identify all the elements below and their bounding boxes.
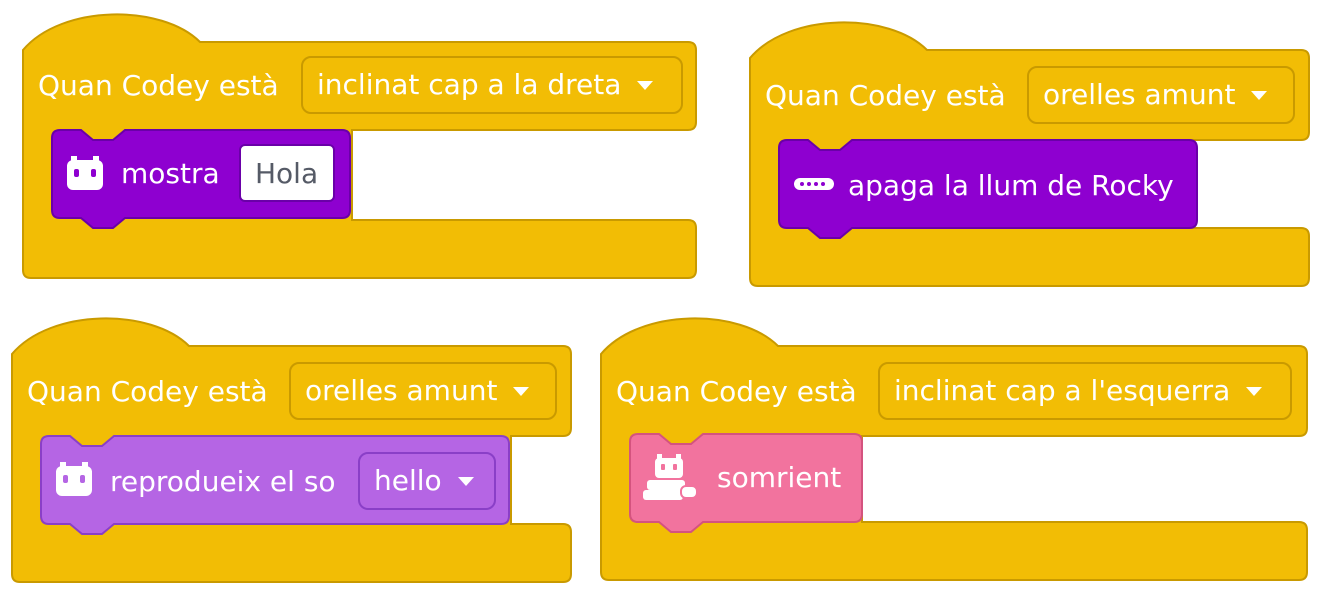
dropdown-value: orelles amunt: [1043, 78, 1236, 111]
chevron-down-icon: [457, 476, 474, 486]
show-block-label: mostra: [121, 157, 220, 190]
chevron-down-icon: [637, 80, 654, 90]
light-off-block-label: apaga la llum de Rocky: [848, 169, 1174, 202]
show-text-input[interactable]: Hola: [239, 144, 335, 202]
ears-dropdown[interactable]: orelles amunt: [289, 362, 557, 420]
codey-robot-icon: [67, 156, 103, 190]
tilt-direction-dropdown[interactable]: inclinat cap a l'esquerra: [878, 362, 1292, 420]
ears-dropdown[interactable]: orelles amunt: [1027, 66, 1295, 124]
rocky-light-sensor-icon: [794, 178, 834, 190]
codey-rocky-icon: [643, 454, 698, 500]
sound-dropdown[interactable]: hello: [358, 452, 496, 510]
chevron-down-icon: [1246, 386, 1263, 396]
dropdown-value: inclinat cap a l'esquerra: [894, 374, 1231, 407]
dropdown-value: inclinat cap a la dreta: [317, 68, 622, 101]
hat-block-label: Quan Codey està: [38, 69, 279, 102]
tilt-direction-dropdown[interactable]: inclinat cap a la dreta: [301, 56, 683, 114]
chevron-down-icon: [513, 386, 530, 396]
hat-block-label: Quan Codey està: [27, 375, 268, 408]
chevron-down-icon: [1251, 90, 1268, 100]
hat-block-label: Quan Codey està: [616, 375, 857, 408]
codey-robot-icon: [56, 462, 92, 496]
play-sound-block-label: reprodueix el so: [110, 465, 336, 498]
dropdown-value: hello: [374, 464, 442, 497]
dropdown-value: orelles amunt: [305, 374, 498, 407]
hat-block-label: Quan Codey està: [765, 79, 1006, 112]
text-input-value: Hola: [255, 156, 319, 190]
emotion-block-label: somrient: [717, 461, 842, 494]
